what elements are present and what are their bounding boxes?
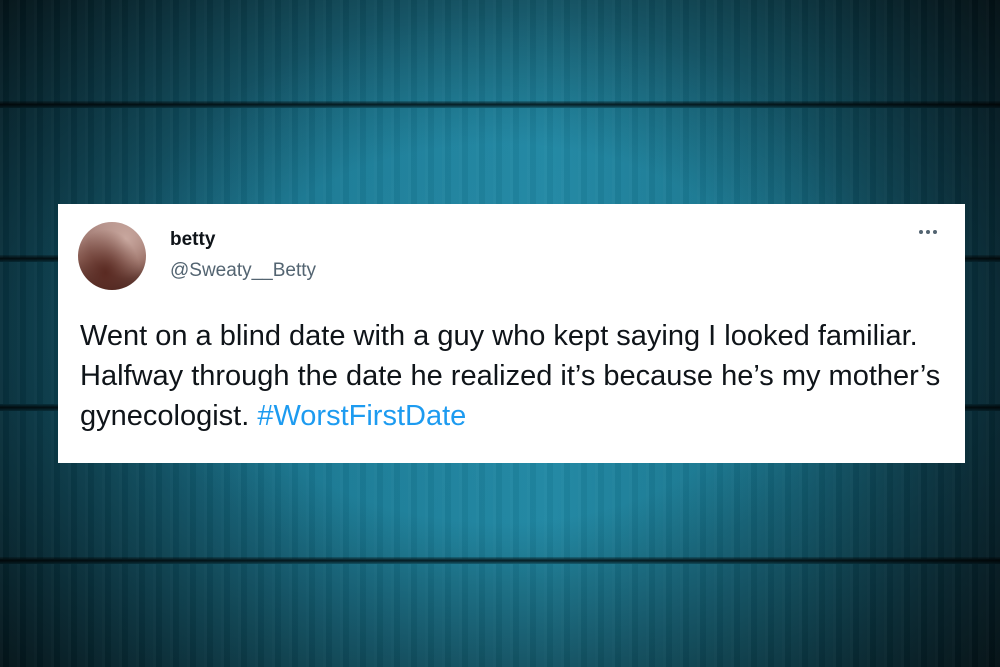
avatar[interactable] (78, 222, 146, 290)
tweet-body: Went on a blind date with a guy who kept… (80, 320, 941, 432)
tweet-card: betty @Sweaty__Betty Went on a blind dat… (58, 204, 965, 463)
plank-gap (0, 557, 1000, 564)
display-name[interactable]: betty (170, 229, 215, 251)
more-horizontal-icon (919, 230, 923, 234)
wood-plank (0, 0, 1000, 104)
wood-plank (0, 564, 1000, 667)
more-horizontal-icon (926, 230, 930, 234)
tweet-text: Went on a blind date with a guy who kept… (80, 316, 945, 436)
user-handle[interactable]: @Sweaty__Betty (170, 260, 316, 282)
more-options-button[interactable] (919, 230, 937, 234)
hashtag-link[interactable]: #WorstFirstDate (257, 400, 466, 432)
more-horizontal-icon (933, 230, 937, 234)
plank-gap (0, 101, 1000, 108)
